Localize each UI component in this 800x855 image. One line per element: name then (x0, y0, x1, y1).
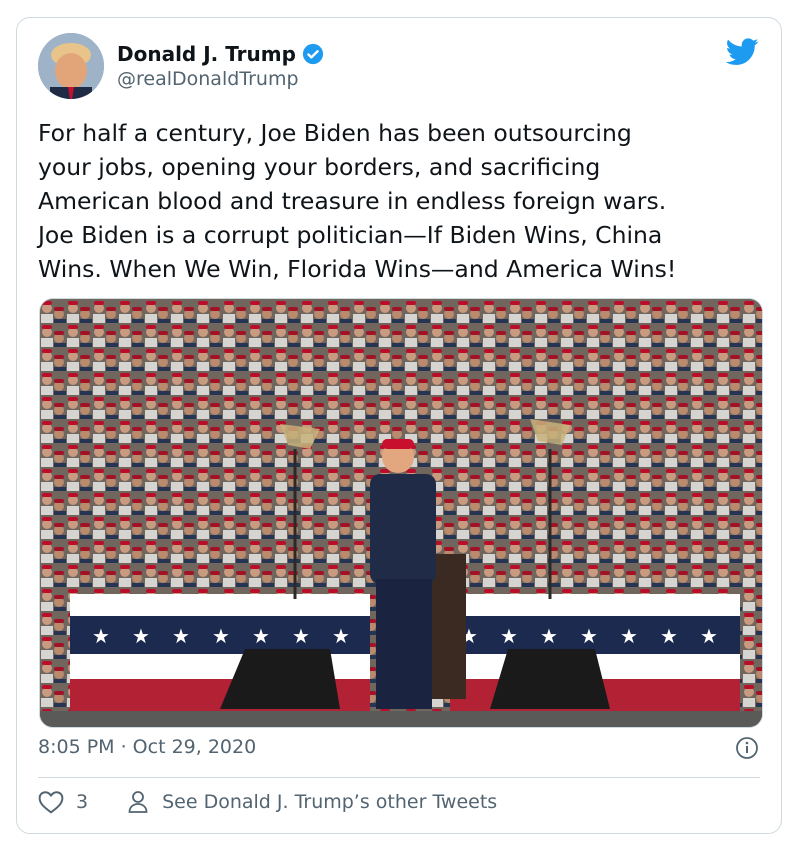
tweet-timestamp[interactable]: 8:05 PM · Oct 29, 2020 (38, 736, 256, 758)
svg-text:★: ★ (500, 624, 518, 648)
svg-text:★: ★ (540, 624, 558, 648)
verified-badge-icon (302, 43, 324, 65)
svg-text:★: ★ (620, 624, 638, 648)
svg-text:★: ★ (660, 624, 678, 648)
divider (38, 777, 760, 778)
like-button[interactable]: 3 (38, 790, 88, 814)
author-handle[interactable]: @realDonaldTrump (117, 68, 299, 90)
tweet-photo[interactable]: ★ ★ ★ ★ ★ ★ ★ ★ ★ ★ ★ ★ ★ ★ (39, 298, 763, 728)
tweet-actions: 3 See Donald J. Trump’s other Tweets (38, 790, 497, 814)
info-icon[interactable] (735, 736, 759, 760)
author-name-row: Donald J. Trump (117, 42, 324, 66)
svg-text:★: ★ (92, 624, 110, 648)
tweet-text: For half a century, Joe Biden has been o… (38, 119, 677, 283)
author-name[interactable]: Donald J. Trump (117, 42, 296, 66)
svg-text:★: ★ (172, 624, 190, 648)
twitter-bird-icon[interactable] (726, 38, 759, 66)
other-tweets-label: See Donald J. Trump’s other Tweets (162, 791, 498, 813)
avatar[interactable] (38, 33, 104, 99)
svg-text:★: ★ (700, 624, 718, 648)
svg-text:★: ★ (332, 624, 350, 648)
svg-text:★: ★ (580, 624, 598, 648)
svg-text:★: ★ (292, 624, 310, 648)
tweet-card: Donald J. Trump @realDonaldTrump For hal… (16, 17, 782, 834)
like-count: 3 (76, 791, 89, 813)
avatar-image (38, 33, 104, 99)
svg-text:★: ★ (132, 624, 150, 648)
other-tweets-link[interactable]: See Donald J. Trump’s other Tweets (128, 790, 497, 814)
svg-text:★: ★ (252, 624, 270, 648)
rally-photo: ★ ★ ★ ★ ★ ★ ★ ★ ★ ★ ★ ★ ★ ★ (40, 299, 762, 727)
heart-icon (38, 791, 64, 814)
person-icon (128, 791, 148, 813)
svg-text:★: ★ (212, 624, 230, 648)
